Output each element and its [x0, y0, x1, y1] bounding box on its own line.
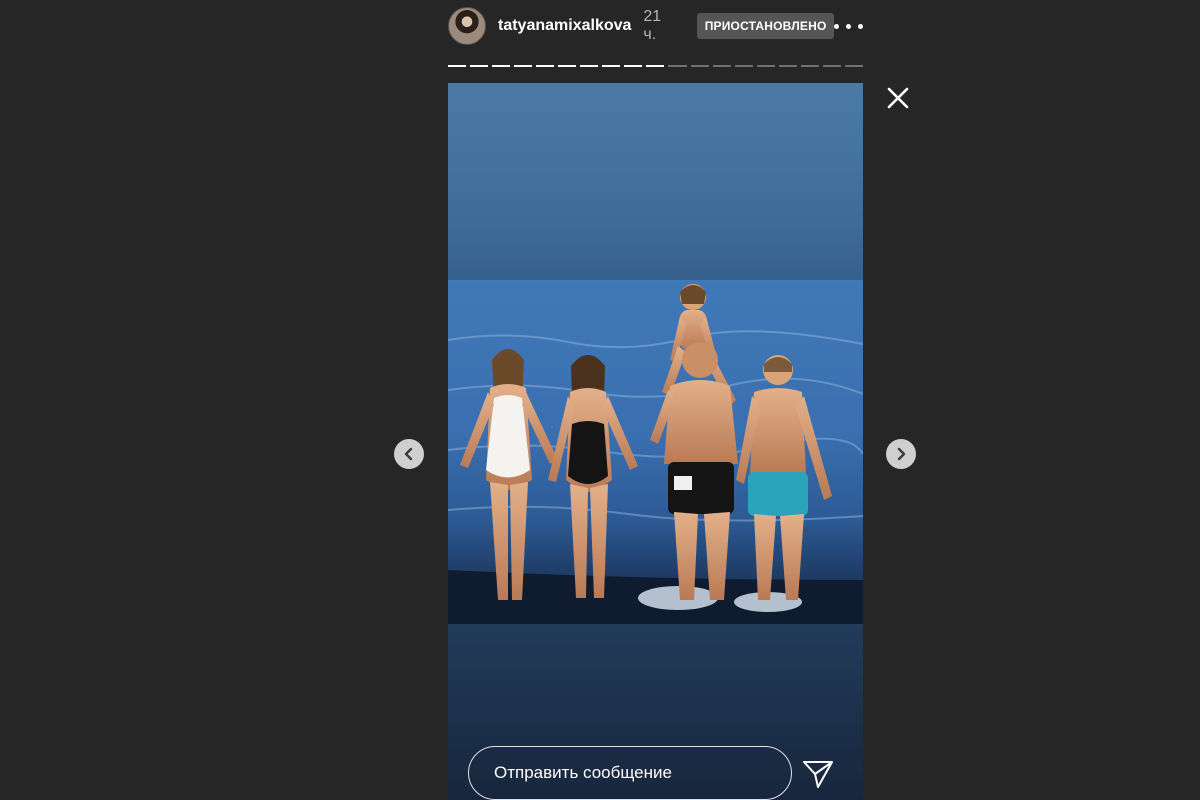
- more-dot-icon: [846, 23, 852, 29]
- progress-segment: [822, 65, 841, 67]
- story-progress-bar: [448, 65, 863, 67]
- more-dot-icon: [834, 23, 840, 29]
- progress-segment: [646, 65, 665, 67]
- progress-segment: [514, 65, 533, 67]
- username[interactable]: tatyanamixalkova: [498, 17, 631, 35]
- story-photo: [448, 280, 863, 624]
- progress-segment: [844, 65, 863, 67]
- progress-segment: [536, 65, 555, 67]
- progress-segment: [492, 65, 511, 67]
- next-story-button[interactable]: [886, 439, 916, 469]
- send-button[interactable]: [800, 756, 836, 792]
- story-header: tatyanamixalkova 21 ч. ПРИОСТАНОВЛЕНО: [448, 6, 863, 46]
- progress-segment: [734, 65, 753, 67]
- close-button[interactable]: [884, 84, 912, 112]
- chevron-right-icon: [897, 447, 906, 461]
- reply-message-input[interactable]: [468, 746, 792, 800]
- progress-segment: [558, 65, 577, 67]
- previous-story-button[interactable]: [394, 439, 424, 469]
- progress-segment: [448, 65, 467, 67]
- more-options-button[interactable]: [834, 16, 863, 36]
- status-badge: ПРИОСТАНОВЛЕНО: [696, 13, 835, 39]
- progress-segment: [668, 65, 687, 67]
- close-icon: [887, 87, 909, 109]
- progress-segment: [602, 65, 621, 67]
- progress-segment: [800, 65, 819, 67]
- progress-segment: [778, 65, 797, 67]
- story-media[interactable]: [448, 83, 863, 800]
- progress-segment: [690, 65, 709, 67]
- story-viewer: tatyanamixalkova 21 ч. ПРИОСТАНОВЛЕНО: [0, 0, 1200, 800]
- more-dot-icon: [857, 23, 863, 29]
- send-icon: [803, 761, 833, 788]
- timestamp: 21 ч.: [643, 8, 662, 43]
- progress-segment: [624, 65, 643, 67]
- progress-segment: [756, 65, 775, 67]
- progress-segment: [470, 65, 489, 67]
- progress-segment: [712, 65, 731, 67]
- progress-segment: [580, 65, 599, 67]
- avatar[interactable]: [448, 7, 486, 45]
- chevron-left-icon: [404, 447, 413, 461]
